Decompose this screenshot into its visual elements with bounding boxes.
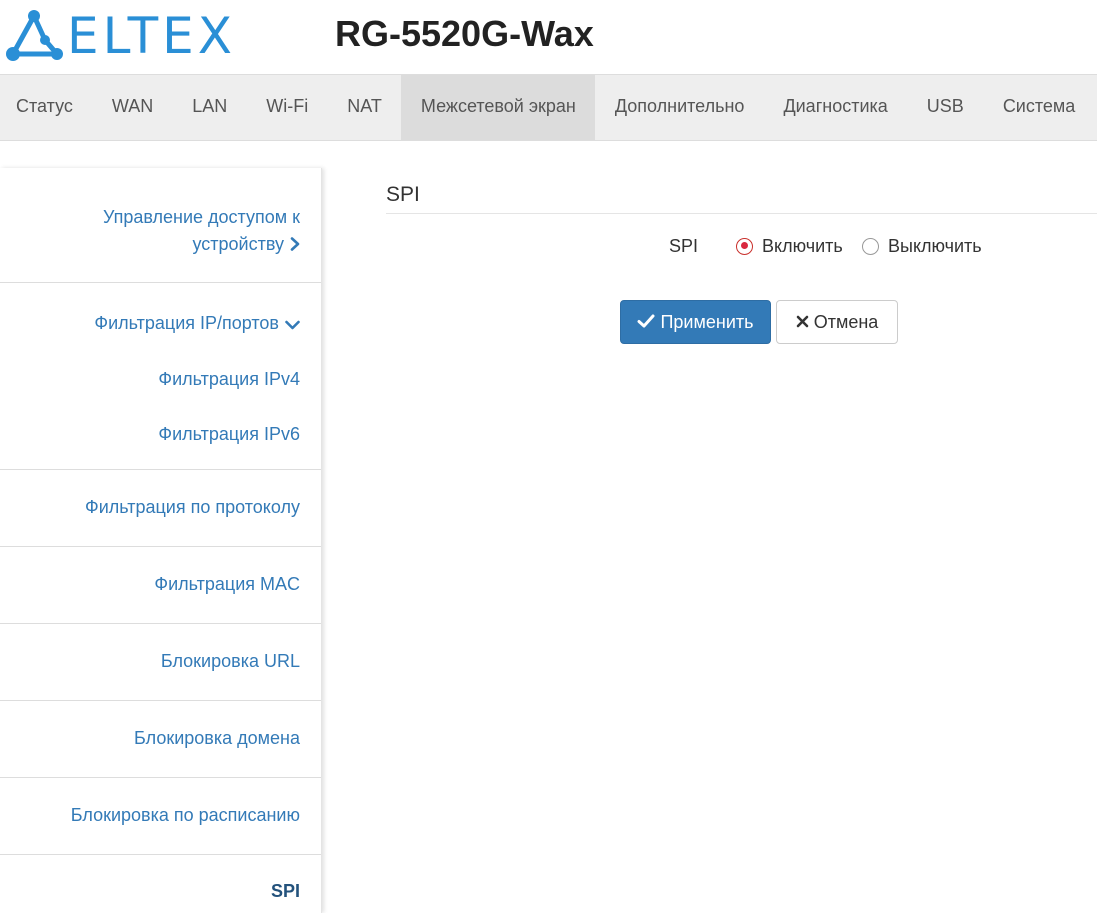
tab-status[interactable]: Статус	[0, 75, 92, 140]
cancel-button-label: Отмена	[813, 311, 879, 332]
top-navigation: Статус WAN LAN Wi-Fi NAT Межсетевой экра…	[0, 74, 1097, 141]
spi-enable-label: Включить	[762, 235, 843, 256]
sidebar-group-schedule: Блокировка по расписанию	[0, 778, 321, 855]
cancel-button[interactable]: Отмена	[776, 300, 898, 344]
eltex-logo[interactable]: ELTEX	[5, 8, 255, 64]
sidebar-item-mac-filter[interactable]: Фильтрация MAC	[0, 547, 300, 622]
apply-button[interactable]: Применить	[620, 300, 771, 344]
spi-enable-radio[interactable]	[736, 237, 753, 255]
sidebar-group-access: Управление доступом к устройству	[0, 168, 321, 283]
sidebar-group-domain: Блокировка домена	[0, 701, 321, 778]
sidebar-group-ip-port-filter: Фильтрация IP/портов Фильтрация IPv4 Фил…	[0, 283, 321, 470]
sidebar-item-spi[interactable]: SPI	[0, 855, 300, 913]
spi-enable-option[interactable]: Включить	[736, 233, 843, 259]
logo-wordmark: ELTEX	[67, 7, 236, 65]
sidebar-item-label: Управление доступом к	[102, 207, 300, 227]
tab-system[interactable]: Система	[983, 75, 1095, 140]
sidebar-item-url-block[interactable]: Блокировка URL	[0, 624, 300, 699]
sidebar-item-ip-port-filter[interactable]: Фильтрация IP/портов	[0, 310, 300, 337]
title-divider	[386, 213, 1097, 214]
tab-advanced[interactable]: Дополнительно	[595, 75, 764, 140]
sidebar-item-ipv6-filter[interactable]: Фильтрация IPv6	[0, 421, 300, 447]
spi-disable-radio[interactable]	[862, 237, 879, 255]
sidebar-item-domain-block[interactable]: Блокировка домена	[0, 701, 300, 776]
sidebar: Управление доступом к устройству Фильтра…	[0, 168, 322, 913]
eltex-network-logo-icon	[5, 10, 63, 62]
apply-button-label: Применить	[660, 311, 754, 332]
header: ELTEX RG-5520G-Wax	[0, 0, 1097, 74]
chevron-down-icon	[285, 311, 300, 337]
tab-diagnostics[interactable]: Диагностика	[764, 75, 907, 140]
spi-disable-option[interactable]: Выключить	[862, 233, 982, 259]
spi-field-label: SPI	[669, 236, 699, 256]
sidebar-item-ipv4-filter[interactable]: Фильтрация IPv4	[0, 366, 300, 392]
sidebar-item-schedule-block[interactable]: Блокировка по расписанию	[0, 778, 300, 853]
close-icon	[796, 312, 814, 333]
tab-usb[interactable]: USB	[907, 75, 983, 140]
tab-wifi[interactable]: Wi-Fi	[247, 75, 328, 140]
spi-disable-label: Выключить	[888, 235, 982, 256]
spi-setting-row: SPI Включить Выключить	[0, 233, 1097, 259]
sidebar-item-label: Фильтрация IP/портов	[94, 313, 279, 333]
sidebar-group-mac: Фильтрация MAC	[0, 547, 321, 624]
sidebar-group-url: Блокировка URL	[0, 624, 321, 701]
sidebar-group-spi: SPI	[0, 855, 321, 913]
sidebar-group-protocol: Фильтрация по протоколу	[0, 470, 321, 547]
tab-firewall[interactable]: Межсетевой экран	[401, 75, 596, 140]
device-model-title: RG-5520G-Wax	[335, 13, 594, 54]
tab-wan[interactable]: WAN	[92, 75, 172, 140]
tab-nat[interactable]: NAT	[328, 75, 402, 140]
tab-lan[interactable]: LAN	[173, 75, 247, 140]
sidebar-item-protocol-filter[interactable]: Фильтрация по протоколу	[0, 470, 300, 545]
check-icon	[637, 312, 660, 333]
page-title: SPI	[386, 183, 420, 206]
